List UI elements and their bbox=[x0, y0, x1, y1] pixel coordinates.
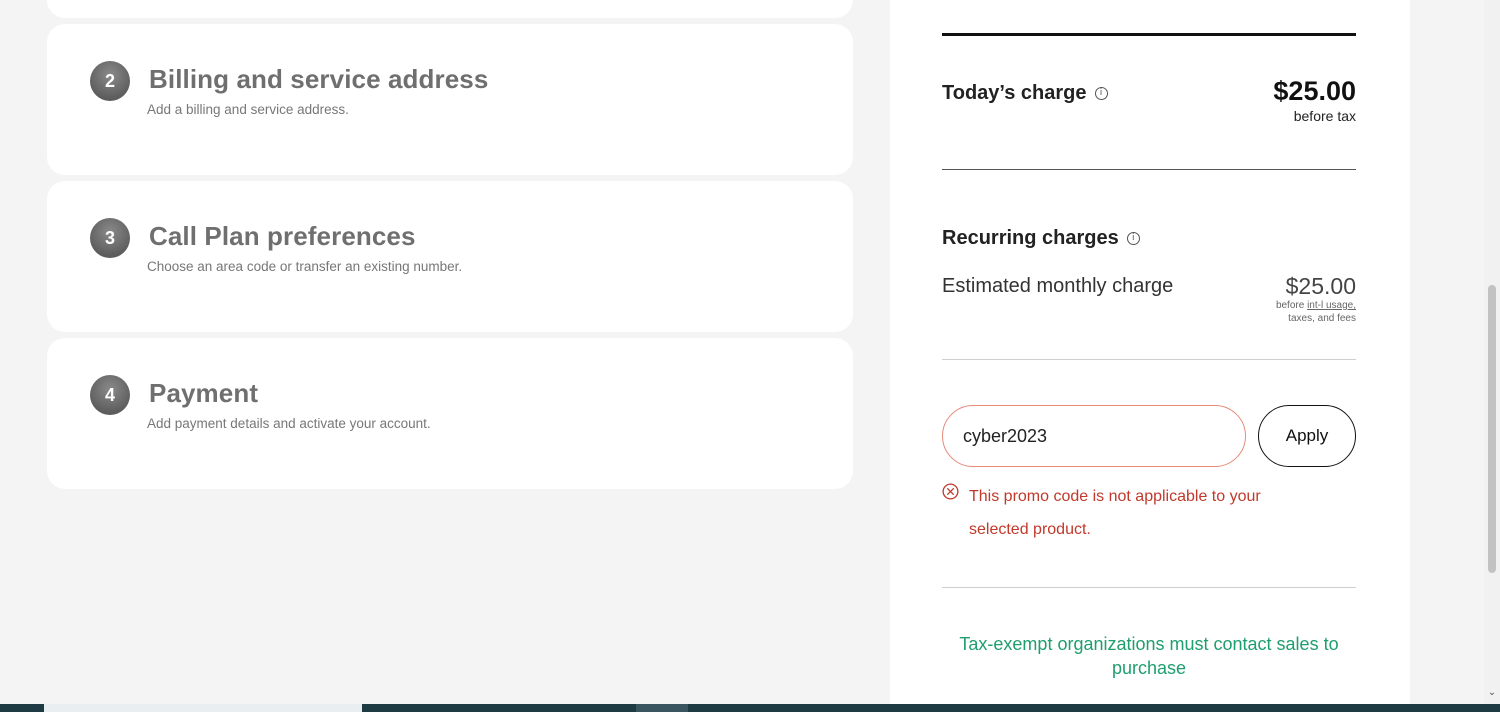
monthly-charge-note: before int-l usage, taxes, and fees bbox=[1276, 299, 1356, 325]
monthly-note-suffix: taxes, and fees bbox=[1288, 313, 1356, 324]
recurring-charges-heading: Recurring charges i bbox=[942, 227, 1140, 250]
summary-top-divider bbox=[942, 33, 1356, 36]
step-subtitle: Choose an area code or transfer an exist… bbox=[147, 259, 463, 274]
step-number-badge: 3 bbox=[90, 218, 130, 258]
order-summary-panel: Today’s charge i $25.00 before tax Recurr… bbox=[890, 0, 1410, 704]
todays-charge-amount: $25.00 bbox=[1273, 76, 1356, 106]
divider bbox=[942, 587, 1356, 588]
step-subtitle: Add payment details and activate your ac… bbox=[147, 416, 431, 431]
divider bbox=[942, 169, 1356, 170]
intl-usage-link[interactable]: int-l usage, bbox=[1307, 300, 1356, 311]
info-icon[interactable]: i bbox=[1126, 232, 1140, 246]
step-number-badge: 2 bbox=[90, 61, 130, 101]
todays-charge-label: Today’s charge bbox=[942, 82, 1087, 104]
divider bbox=[942, 359, 1356, 360]
step-card-call-plan[interactable]: 3 Call Plan preferences Choose an area c… bbox=[47, 181, 853, 332]
step-subtitle: Add a billing and service address. bbox=[147, 102, 349, 117]
todays-charge-note: before tax bbox=[1293, 108, 1356, 124]
x-circle-icon bbox=[942, 483, 959, 500]
page-scrollbar[interactable]: ⌄ bbox=[1484, 0, 1500, 704]
step-title: Billing and service address bbox=[149, 64, 489, 94]
recurring-charges-label: Recurring charges bbox=[942, 227, 1119, 249]
chevron-down-icon[interactable]: ⌄ bbox=[1487, 688, 1497, 698]
apply-button[interactable]: Apply bbox=[1258, 405, 1356, 467]
promo-code-input[interactable] bbox=[942, 405, 1246, 467]
promo-error-message: This promo code is not applicable to you… bbox=[969, 488, 1261, 538]
step-title: Call Plan preferences bbox=[149, 221, 416, 251]
os-taskbar bbox=[0, 704, 1500, 712]
info-icon[interactable]: i bbox=[1094, 87, 1108, 101]
monthly-note-prefix: before bbox=[1275, 300, 1308, 311]
monthly-charge-amount: $25.00 bbox=[1285, 273, 1356, 299]
previous-step-card bbox=[47, 0, 853, 18]
scrollbar-thumb[interactable] bbox=[1488, 285, 1496, 573]
monthly-charge-label: Estimated monthly charge bbox=[942, 275, 1174, 297]
step-number-badge: 4 bbox=[90, 375, 130, 415]
step-card-payment[interactable]: 4 Payment Add payment details and activa… bbox=[47, 338, 853, 489]
step-title: Payment bbox=[149, 378, 259, 408]
taskbar-item[interactable] bbox=[44, 704, 362, 712]
tax-exempt-link[interactable]: Tax-exempt organizations must contact sa… bbox=[942, 632, 1356, 680]
taskbar-item[interactable] bbox=[636, 704, 688, 712]
todays-charge-heading: Today’s charge i bbox=[942, 82, 1108, 105]
step-card-billing[interactable]: 2 Billing and service address Add a bill… bbox=[47, 24, 853, 175]
